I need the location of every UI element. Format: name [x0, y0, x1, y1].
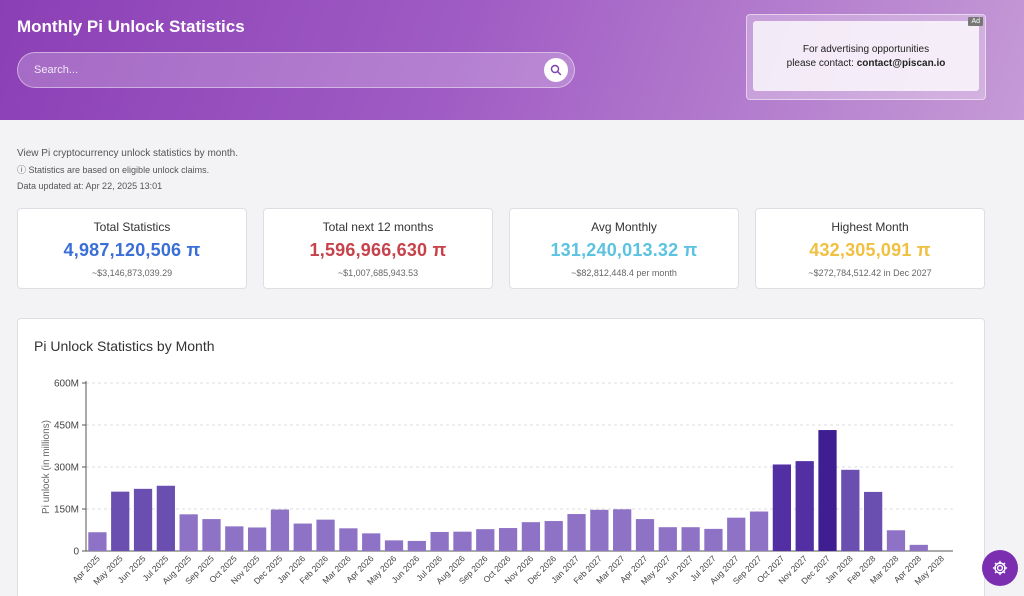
unlock-bar-chart: 0 150M 300M 450M 600M Pi unlock (in millions)… — [41, 379, 953, 587]
stat-card-next-12-months: Total next 12 months 1,596,966,630 π ~$1… — [263, 208, 493, 289]
ad-line2: please contact: contact@piscan.io — [753, 57, 979, 71]
chart-bar — [841, 469, 860, 551]
chart-bar — [498, 528, 518, 551]
stat-value: 432,305,091 π — [809, 240, 931, 260]
chart-bar — [635, 519, 655, 551]
y-tick-label: 150M — [54, 505, 79, 516]
chart-bar — [749, 511, 769, 551]
chart-card: Pi Unlock Statistics by Month 0 150M 300M 4… — [17, 318, 985, 596]
y-tick-label: 300M — [54, 463, 79, 474]
chart-bar — [111, 491, 130, 551]
chart-bar — [339, 528, 358, 551]
chart-bar — [430, 531, 449, 551]
chart-bar — [704, 528, 723, 551]
search-icon — [550, 64, 562, 76]
ad-line1: For advertising opportunities — [802, 44, 930, 55]
chart-bar — [293, 523, 312, 551]
ad-contact-prefix: please contact: — [786, 58, 857, 69]
stat-card-highest-month: Highest Month 432,305,091 π ~$272,784,51… — [755, 208, 985, 289]
stat-value: 131,240,013.32 π — [550, 240, 698, 260]
stat-card-total: Total Statistics 4,987,120,506 π ~$3,146… — [17, 208, 247, 289]
chart-bar — [88, 532, 107, 551]
chart-bar — [225, 526, 244, 551]
search-bar — [17, 52, 575, 88]
y-axis-label: Pi unlock (in millions) — [41, 420, 52, 514]
chart-bar — [772, 464, 792, 551]
chart-bar — [384, 540, 404, 551]
header-banner: Monthly Pi Unlock Statistics For adverti… — [0, 0, 1024, 120]
page-title: Monthly Pi Unlock Statistics — [17, 17, 245, 36]
y-tick-label: 0 — [73, 547, 79, 558]
intro-text: View Pi cryptocurrency unlock statistics… — [17, 146, 238, 194]
chart-bar — [521, 522, 541, 551]
stat-subvalue: ~$3,146,873,039.29 — [91, 268, 173, 278]
chart-bar — [544, 521, 563, 551]
intro-note: ⓘ Statistics are based on eligible unloc… — [17, 165, 210, 175]
stat-value: 1,596,966,630 π — [309, 240, 447, 260]
chart-bar — [795, 461, 814, 551]
stat-label: Total Statistics — [93, 220, 171, 234]
ad-banner[interactable]: For advertising opportunities please con… — [746, 14, 986, 100]
stat-subvalue: ~$1,007,685,943.53 — [337, 268, 419, 278]
chart-bar — [681, 527, 700, 551]
chart-bar — [133, 488, 153, 551]
chart-bar — [567, 514, 586, 551]
stat-label: Highest Month — [831, 220, 909, 234]
data-updated: Data updated at: Apr 22, 2025 13:01 — [17, 181, 163, 191]
chart-bar — [864, 491, 883, 551]
chart-bar — [316, 519, 335, 551]
stat-subvalue: ~$272,784,512.42 in Dec 2027 — [808, 268, 932, 278]
search-button[interactable] — [544, 58, 568, 82]
y-tick-label: 450M — [54, 421, 79, 432]
stat-card-avg-monthly: Avg Monthly 131,240,013.32 π ~$82,812,44… — [509, 208, 739, 289]
search-input[interactable] — [34, 53, 534, 87]
chart-bar — [362, 533, 381, 551]
stat-subvalue: ~$82,812,448.4 per month — [571, 268, 677, 278]
gear-icon — [992, 560, 1008, 576]
chart-bar — [727, 517, 746, 551]
ad-tag: Ad — [968, 17, 983, 26]
chart-bar — [909, 544, 928, 551]
chart-bar — [818, 430, 837, 551]
chart-bar — [202, 519, 221, 551]
settings-button[interactable] — [982, 550, 1018, 586]
chart-bar — [179, 514, 198, 551]
intro-description: View Pi cryptocurrency unlock statistics… — [17, 148, 239, 159]
stat-label: Avg Monthly — [591, 220, 657, 234]
chart-bar — [156, 485, 175, 551]
y-tick-label: 600M — [54, 379, 79, 390]
chart-bar — [590, 509, 609, 551]
chart-bar — [247, 527, 267, 551]
chart-bar — [407, 540, 426, 551]
stat-value: 4,987,120,506 π — [63, 240, 201, 260]
ad-content: For advertising opportunities please con… — [753, 21, 979, 91]
chart-bar — [476, 529, 495, 551]
stat-label: Total next 12 months — [322, 220, 434, 234]
ad-email-link[interactable]: contact@piscan.io — [857, 58, 946, 69]
chart-bar — [613, 509, 632, 551]
chart-bar — [658, 527, 677, 551]
chart-bar — [270, 509, 290, 551]
chart-bar — [453, 531, 472, 551]
chart-bar — [886, 530, 906, 551]
